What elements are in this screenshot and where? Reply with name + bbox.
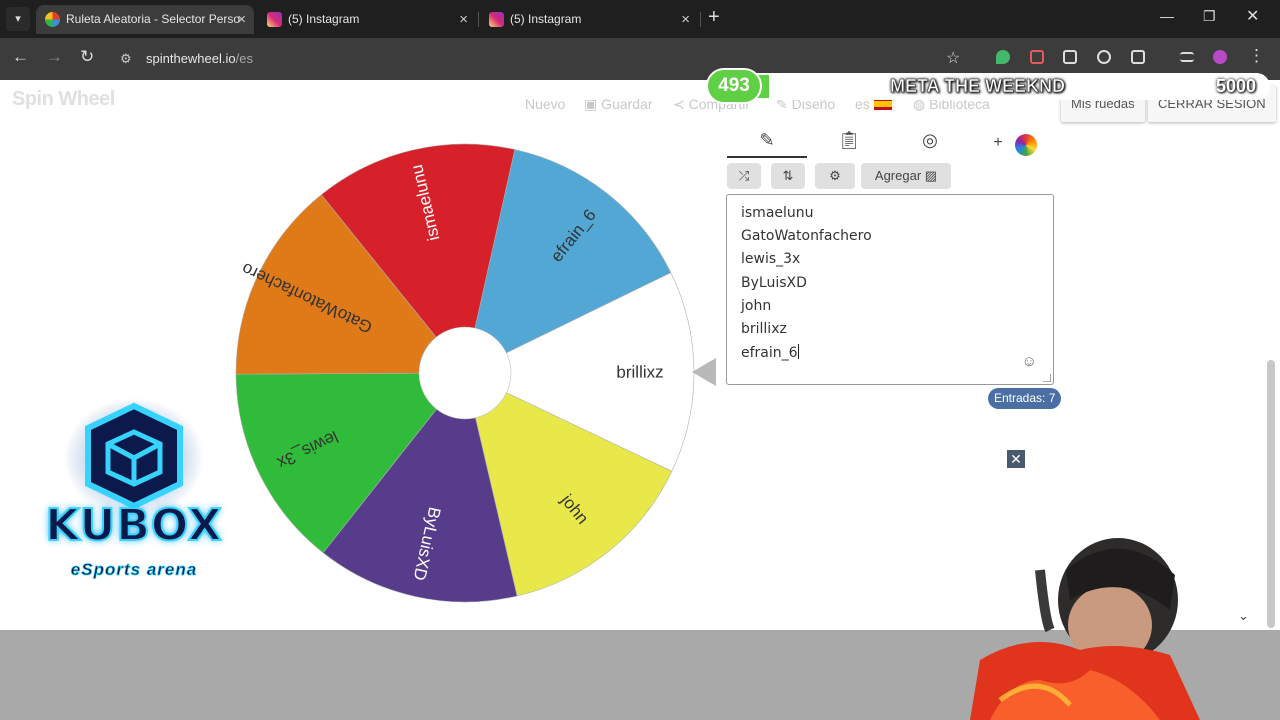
minimize-icon[interactable]: — — [1160, 8, 1174, 24]
goal-target: 5000 — [1216, 76, 1257, 96]
window-close-icon[interactable]: ✕ — [1246, 6, 1259, 26]
shield-extension-icon[interactable] — [996, 50, 1010, 64]
close-icon[interactable]: × — [681, 5, 690, 34]
page-scrollbar[interactable] — [1267, 360, 1275, 628]
tab-search-menu-button[interactable]: ▾ — [6, 7, 30, 31]
sort-button[interactable]: ⇅ — [771, 163, 805, 189]
plus-icon: + — [993, 134, 1003, 151]
goal-current-count: 493 — [706, 68, 762, 104]
site-logo[interactable]: Spin Wheel — [12, 88, 115, 111]
save-icon: ▣ — [584, 96, 602, 112]
reload-icon[interactable]: ↻ — [80, 47, 94, 67]
close-ad-icon[interactable]: ✕ — [1007, 450, 1025, 468]
pencil-icon: ✎ — [759, 130, 775, 150]
browser-tab-active[interactable]: Ruleta Aleatoria - Selector Perso × — [36, 5, 254, 34]
bookmark-star-icon[interactable]: ☆ — [946, 48, 960, 68]
kubox-subtitle: eSports arena — [70, 560, 198, 580]
settings-button[interactable]: ⚙ — [815, 163, 855, 189]
kebab-menu-icon[interactable]: ⋮ — [1248, 46, 1265, 66]
tab-divider — [478, 12, 479, 27]
cast-extension-icon[interactable] — [1030, 50, 1044, 64]
resize-handle[interactable] — [1043, 374, 1051, 382]
tab-edit-entries[interactable]: ✎ — [727, 130, 807, 158]
entries-count-badge: Entradas: 7 — [988, 388, 1062, 409]
entry-line: ByLuisXD — [741, 275, 807, 291]
new-tab-plus-icon[interactable]: + — [708, 6, 720, 29]
close-icon[interactable]: × — [459, 5, 468, 34]
browser-tab[interactable]: (5) Instagram × — [480, 5, 698, 34]
wheel-pointer-arrow — [692, 358, 716, 386]
entry-line: john — [741, 298, 772, 314]
wheel-favicon-icon — [45, 12, 60, 27]
text-caret — [797, 344, 799, 359]
add-color-button[interactable]: + — [988, 134, 1008, 162]
wheel-segment-label: brillixz — [616, 363, 663, 382]
kubox-logo: KUBOX eSports arena — [28, 398, 240, 598]
close-icon[interactable]: × — [237, 5, 246, 34]
entries-textarea[interactable]: ismaelunu GatoWatonfachero lewis_3x ByLu… — [726, 194, 1054, 385]
instagram-favicon-icon — [267, 12, 282, 27]
url-text: spinthewheel.io/es — [146, 51, 253, 66]
browser-tab[interactable]: (5) Instagram × — [258, 5, 476, 34]
emoji-picker-icon[interactable]: ☺ — [1022, 353, 1037, 370]
browser-tab-bar: ▾ Ruleta Aleatoria - Selector Perso × (5… — [0, 0, 1280, 38]
share-icon: ≺ — [673, 96, 689, 112]
clipboard-icon: 📋︎ — [837, 130, 861, 150]
spin-wheel[interactable]: brillixzjohnByLuisXDlewis_3xGatoWatonfac… — [230, 138, 700, 608]
goal-title: META THE WEEKND — [890, 76, 1066, 97]
kubox-title: KUBOX — [44, 499, 223, 552]
save-link[interactable]: ▣ Guardar — [584, 96, 652, 113]
gamepad-extension-icon[interactable] — [1063, 50, 1077, 64]
tab-results[interactable]: 📋︎ — [809, 130, 889, 158]
tab-title: (5) Instagram — [288, 12, 360, 26]
profile-avatar-icon[interactable] — [1213, 50, 1227, 64]
entry-line: GatoWatonfachero — [741, 228, 872, 244]
add-image-button[interactable]: Agregar ▨ — [861, 163, 951, 189]
chevron-down-icon[interactable]: ⌄ — [1238, 608, 1249, 624]
gear-icon: ⚙ — [829, 168, 841, 183]
restore-icon[interactable]: ❐ — [1203, 8, 1216, 25]
image-icon: ▨ — [924, 168, 938, 183]
entry-line-active: efrain_6 — [741, 344, 799, 361]
new-wheel-link[interactable]: Nuevo — [525, 96, 565, 112]
w-extension-icon[interactable] — [1097, 50, 1111, 64]
tab-title: (5) Instagram — [510, 12, 582, 26]
tab-hidden[interactable]: ◎ — [890, 130, 970, 158]
entry-line: ismaelunu — [741, 205, 814, 221]
puzzle-extensions-icon[interactable] — [1131, 50, 1145, 64]
entry-line: brillixz — [741, 321, 787, 337]
tab-divider — [700, 12, 701, 27]
forward-arrow-icon[interactable]: → — [46, 47, 63, 67]
shuffle-button[interactable]: ⤮ — [727, 163, 761, 189]
tab-title: Ruleta Aleatoria - Selector Perso — [66, 12, 241, 26]
site-settings-icon[interactable]: ⚙ — [120, 51, 132, 67]
color-palette-icon[interactable] — [1015, 134, 1037, 156]
eye-slash-icon: ◎ — [922, 130, 938, 150]
address-bar[interactable]: ⚙ spinthewheel.io/es — [110, 43, 980, 75]
back-arrow-icon[interactable]: ← — [12, 47, 29, 67]
media-control-icon[interactable] — [1180, 52, 1194, 62]
shuffle-icon: ⤮ — [738, 168, 750, 183]
instagram-favicon-icon — [489, 12, 504, 27]
wheel-center-hub[interactable] — [418, 326, 512, 420]
sort-icon: ⇅ — [782, 168, 794, 183]
entry-line: lewis_3x — [741, 251, 801, 267]
webcam-overlay — [970, 538, 1200, 720]
